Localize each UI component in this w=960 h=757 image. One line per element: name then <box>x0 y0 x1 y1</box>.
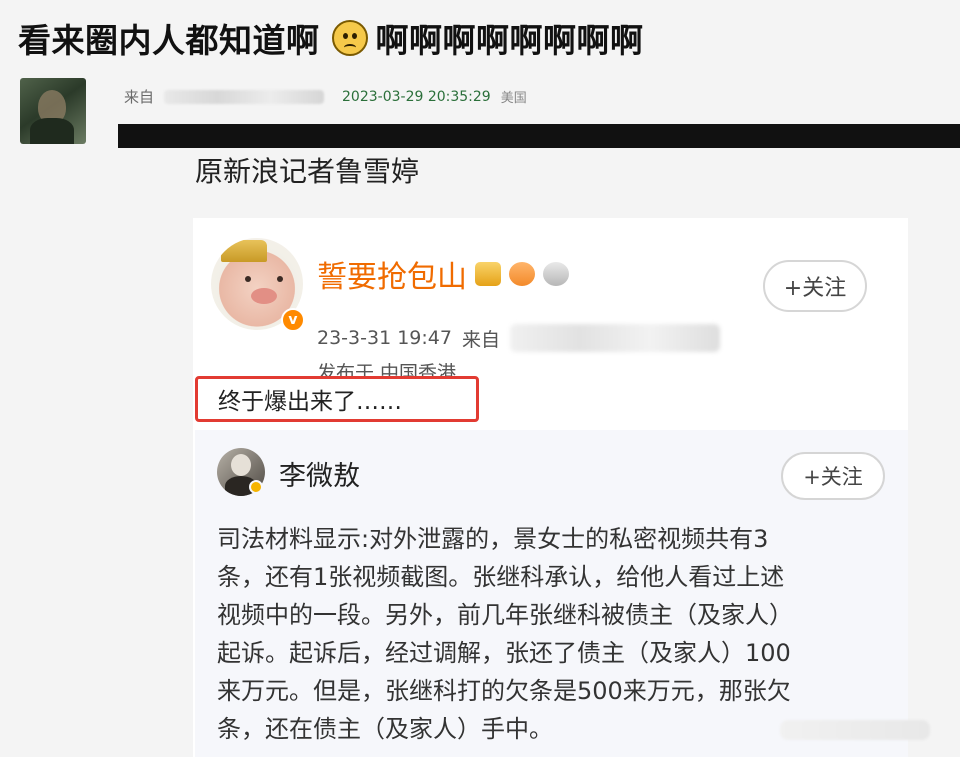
eye-left <box>245 276 251 282</box>
nested-post-body: 司法材料显示:对外泄露的，景女士的私密视频共有3 条，还有1张视频截图。张继科承… <box>217 520 893 748</box>
weibo-username[interactable]: 誓要抢包山 <box>317 252 467 296</box>
nested-repost: 李微敖 +关注 司法材料显示:对外泄露的，景女士的私密视频共有3 条，还有1张视… <box>195 430 908 757</box>
verified-badge-icon: v <box>281 308 305 332</box>
crown-icon <box>221 240 267 262</box>
snout <box>251 288 277 304</box>
medal-badge-icon <box>543 262 569 286</box>
redaction-bar <box>118 124 960 148</box>
quoted-weibo-card: v 誓要抢包山 23-3-31 19:47 来自 发布于 中国香港 +关注 终于… <box>193 218 908 757</box>
commenter-avatar[interactable] <box>20 78 86 144</box>
nested-line-5: 来万元。但是，张继科打的欠条是500来万元，那张欠 <box>217 677 791 705</box>
eye-right <box>277 276 283 282</box>
nested-follow-button[interactable]: +关注 <box>781 452 885 500</box>
screenshot: 看来圈内人都知道啊 啊啊啊啊啊啊啊啊 来自 2023-03-29 20:35:2… <box>0 0 960 757</box>
crown-badge-icon <box>475 262 501 286</box>
blurred-watermark <box>780 720 930 740</box>
headline-text-end: 啊啊啊啊啊啊啊啊 <box>375 21 644 60</box>
follow-button[interactable]: +关注 <box>763 260 867 312</box>
nested-line-4: 起诉。起诉后，经过调解，张还了债主（及家人）100 <box>217 639 791 667</box>
headline-text-start: 看来圈内人都知道啊 <box>18 21 320 60</box>
comment-region: 美国 <box>500 91 527 106</box>
reporter-line: 原新浪记者鲁雪婷 <box>195 155 420 188</box>
blurred-device-source <box>509 324 720 352</box>
nested-username[interactable]: 李微敖 <box>279 454 360 493</box>
comment-meta: 来自 2023-03-29 20:35:29 美国 <box>124 86 527 107</box>
weibo-meta: 23-3-31 19:47 来自 <box>317 324 720 352</box>
from-label: 来自 <box>124 88 155 106</box>
weibo-username-row: 誓要抢包山 <box>317 252 569 296</box>
mouth <box>343 44 356 51</box>
nested-line-3: 视频中的一段。另外，前几年张继科被债主（及家人） <box>217 601 793 629</box>
confused-face-icon <box>331 20 368 56</box>
blurred-source <box>164 89 325 104</box>
nested-line-1: 司法材料显示:对外泄露的，景女士的私密视频共有3 <box>217 525 769 553</box>
comment-time: 2023-03-29 20:35:29 <box>342 88 491 105</box>
weibo-header: v 誓要抢包山 23-3-31 19:47 来自 发布于 中国香港 +关注 <box>211 238 891 388</box>
highlighted-post-text: 终于爆出来了…… <box>195 376 479 422</box>
headline: 看来圈内人都知道啊 啊啊啊啊啊啊啊啊 <box>18 14 644 62</box>
nested-line-2: 条，还有1张视频截图。张继科承认，给他人看过上述 <box>217 563 785 591</box>
weibo-source-label: 来自 <box>461 328 500 351</box>
nested-verified-badge-icon <box>249 480 263 494</box>
cake-badge-icon <box>509 262 535 286</box>
weibo-time: 23-3-31 19:47 <box>317 327 452 349</box>
